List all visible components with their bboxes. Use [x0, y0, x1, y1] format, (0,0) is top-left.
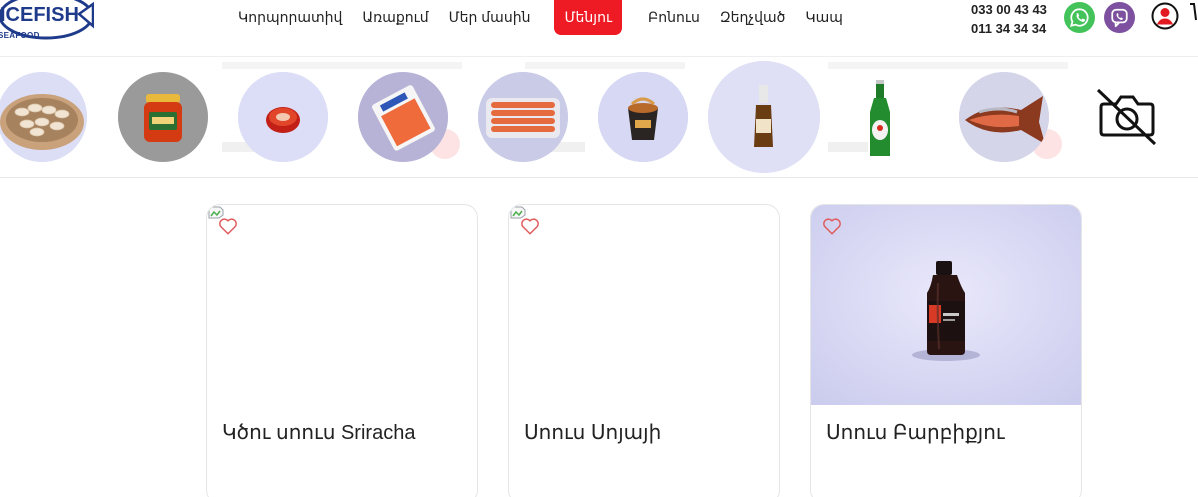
nav-discounts[interactable]: Զեղչված [710, 0, 795, 35]
category-salmon-pack[interactable] [358, 72, 448, 162]
product-card[interactable]: Սոուս Բարբիքյու [810, 204, 1082, 497]
phone-number[interactable]: 033 00 43 43 [971, 0, 1047, 19]
nav-menu[interactable]: Մենյու [554, 0, 623, 35]
nav-contact[interactable]: Կապ [795, 0, 853, 35]
category-carousel [0, 58, 1198, 178]
noodle-box-icon [598, 72, 688, 162]
product-title[interactable]: Կծու սոուս Sriracha [222, 420, 415, 445]
salmon-pack-icon [358, 72, 448, 162]
product-title[interactable]: Սոուս Սոյայի [524, 420, 661, 445]
nav-delivery[interactable]: Առաքում [352, 0, 438, 35]
whatsapp-icon[interactable] [1064, 2, 1095, 33]
product-card[interactable]: Կծու սոուս Sriracha [206, 204, 478, 497]
caviar-jar-icon [118, 72, 208, 162]
smoked-fish-icon [959, 72, 1049, 162]
category-beer[interactable] [836, 72, 926, 162]
product-image[interactable] [811, 205, 1081, 405]
product-card[interactable]: Սոուս Սոյայի [508, 204, 780, 497]
category-sauce[interactable] [708, 61, 820, 173]
shrimp-plate-icon [0, 72, 87, 162]
caviar-tin-icon [238, 72, 328, 162]
category-noodle-box[interactable] [598, 72, 688, 162]
sauce-bottle-icon [708, 61, 820, 173]
phone-numbers: 033 00 43 43 011 34 34 34 [971, 0, 1047, 38]
nav-bonus[interactable]: Բոնուս [638, 0, 710, 35]
beer-bottle-icon [870, 80, 890, 156]
viber-icon[interactable] [1104, 2, 1135, 33]
main-nav: Կորպորատիվ Առաքում Մեր մասին Մենյու Բոնո… [228, 0, 853, 35]
category-no-image[interactable] [1080, 72, 1170, 162]
nav-corporate[interactable]: Կորպորատիվ [228, 0, 352, 35]
bbq-sauce-bottle-icon [811, 205, 1081, 405]
category-crab-sticks[interactable] [478, 72, 568, 162]
favorite-heart-icon[interactable] [821, 215, 843, 237]
cart-icon[interactable] [1188, 0, 1198, 28]
category-caviar-tin[interactable] [238, 72, 328, 162]
user-account-icon[interactable] [1151, 2, 1179, 30]
site-header: ICEFISH SEAFOOD Կորպորատիվ Առաքում Մեր մ… [0, 0, 1198, 57]
product-title[interactable]: Սոուս Բարբիքյու [826, 420, 1005, 445]
category-red-caviar-jar[interactable] [118, 72, 208, 162]
svg-text:ICEFISH: ICEFISH [0, 4, 79, 26]
category-shrimp[interactable] [0, 72, 87, 162]
crab-sticks-tray-icon [478, 72, 568, 162]
favorite-heart-icon[interactable] [519, 215, 541, 237]
favorite-heart-icon[interactable] [217, 215, 239, 237]
category-smoked-fish[interactable] [959, 72, 1049, 162]
logo-subtitle: SEAFOOD [0, 31, 40, 40]
nav-about[interactable]: Մեր մասին [439, 0, 541, 35]
phone-number[interactable]: 011 34 34 34 [971, 19, 1047, 38]
no-camera-icon [1096, 88, 1157, 146]
